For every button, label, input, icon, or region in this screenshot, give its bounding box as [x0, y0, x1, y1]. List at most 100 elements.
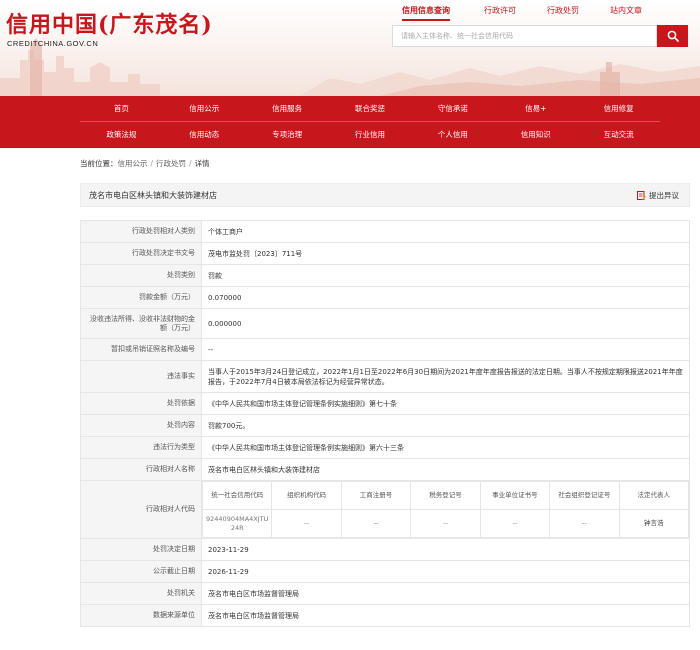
- code-value-cell: --: [410, 509, 481, 538]
- breadcrumb: 当前位置：信用公示 / 行政处罚 / 详情: [80, 158, 210, 169]
- code-header-cell: 组织机构代码: [271, 481, 342, 510]
- table-row: 罚款金额（万元） 0.070000: [80, 286, 690, 309]
- search-button[interactable]: [657, 25, 688, 47]
- nav-item-joint-rewards-penalties[interactable]: 联合奖惩: [329, 96, 412, 121]
- field-label: 罚款金额（万元）: [80, 286, 202, 309]
- nav-item-home[interactable]: 首页: [80, 96, 163, 121]
- table-row: 处罚机关 茂名市电白区市场监督管理局: [80, 582, 690, 605]
- raise-objection-button[interactable]: 提出异议: [637, 190, 679, 201]
- table-row: 行政相对人名称 茂名市电白区林头镇和大装饰建材店: [80, 458, 690, 481]
- search-icon: [667, 30, 679, 42]
- field-value: 罚款700元。: [201, 414, 690, 437]
- field-value: 茂电市监处罚〔2023〕711号: [201, 242, 690, 265]
- code-header-cell: 统一社会信用代码: [201, 481, 273, 510]
- field-value: 《中华人民共和国市场主体登记管理条例实施细则》第七十条: [201, 392, 690, 415]
- search-box: [392, 25, 657, 47]
- table-row: 处罚内容 罚款700元。: [80, 414, 690, 437]
- code-value-cell: 钟言浩: [618, 509, 690, 538]
- top-link-admin-license[interactable]: 行政许可: [484, 5, 516, 16]
- nav-item-credit-news[interactable]: 信用动态: [163, 122, 246, 148]
- table-row: 处罚类别 罚款: [80, 264, 690, 287]
- top-link-admin-penalty[interactable]: 行政处罚: [547, 5, 579, 16]
- field-label: 没收违法所得、没收非法财物的金额（万元）: [80, 308, 202, 339]
- code-value-row: 92440904MA4XJTU24R -- -- -- -- -- 钟言浩: [201, 509, 690, 538]
- field-value: 2026-11-29: [201, 560, 690, 583]
- nav-item-credit-knowledge[interactable]: 信用知识: [494, 122, 577, 148]
- field-label: 处罚机关: [80, 582, 202, 605]
- field-value: 0.070000: [201, 286, 690, 309]
- field-label: 处罚依据: [80, 392, 202, 415]
- site-logo-title: 信用中国(广东茂名): [6, 12, 213, 38]
- field-value: 当事人于2015年3月24日登记成立，2022年1月1日至2022年6月30日期…: [201, 360, 690, 393]
- code-header-cell: 法定代表人: [618, 481, 690, 510]
- site-logo-domain: CREDITCHINA.GOV.CN: [7, 39, 99, 48]
- nav-item-personal-credit[interactable]: 个人信用: [411, 122, 494, 148]
- field-value: 2023-11-29: [201, 538, 690, 561]
- field-value: 罚款: [201, 264, 690, 287]
- nav-item-credit-commitment[interactable]: 守信承诺: [411, 96, 494, 121]
- field-value: 统一社会信用代码 组织机构代码 工商注册号 税务登记号 事业单位证书号 社会组织…: [201, 480, 690, 539]
- field-value: 茂名市电白区市场监督管理局: [201, 582, 690, 605]
- field-value: 茂名市电白区市场监督管理局: [201, 604, 690, 627]
- field-label: 行政处罚决定书文号: [80, 242, 202, 265]
- edit-document-icon: [637, 191, 646, 200]
- field-label: 数据来源单位: [80, 604, 202, 627]
- field-label: 行政处罚相对人类别: [80, 220, 202, 243]
- title-bar: 茂名市电白区林头镇和大装饰建材店 提出异议: [80, 183, 690, 207]
- entity-code-table: 统一社会信用代码 组织机构代码 工商注册号 税务登记号 事业单位证书号 社会组织…: [201, 481, 690, 538]
- code-value-cell: --: [479, 509, 551, 538]
- breadcrumb-current: 详情: [194, 159, 210, 168]
- page-title: 茂名市电白区林头镇和大装饰建材店: [89, 191, 217, 200]
- nav-item-policies[interactable]: 政策法规: [80, 122, 163, 148]
- breadcrumb-credit-disclosure[interactable]: 信用公示: [118, 159, 148, 168]
- site-header: 信用中国(广东茂名) CREDITCHINA.GOV.CN 信用信息查询 行政许…: [0, 0, 700, 96]
- breadcrumb-separator: /: [150, 159, 154, 168]
- table-row: 违法行为类型 《中华人民共和国市场主体登记管理条例实施细则》第六十三条: [80, 436, 690, 459]
- breadcrumb-admin-penalty[interactable]: 行政处罚: [156, 159, 186, 168]
- nav-item-credit-service[interactable]: 信用服务: [246, 96, 329, 121]
- raise-objection-label: 提出异议: [649, 191, 679, 200]
- code-header-cell: 工商注册号: [340, 481, 412, 510]
- code-value-cell: --: [271, 509, 342, 538]
- field-label: 违法行为类型: [80, 436, 202, 459]
- top-link-site-articles[interactable]: 站内文章: [610, 5, 642, 16]
- field-value: 《中华人民共和国市场主体登记管理条例实施细则》第六十三条: [201, 436, 690, 459]
- code-header-row: 统一社会信用代码 组织机构代码 工商注册号 税务登记号 事业单位证书号 社会组织…: [201, 481, 690, 510]
- nav-row-primary: 首页 信用公示 信用服务 联合奖惩 守信承诺 信易+ 信用修复: [80, 96, 660, 122]
- breadcrumb-separator: /: [189, 159, 192, 168]
- top-link-credit-search[interactable]: 信用信息查询: [402, 5, 450, 21]
- field-label: 暂扣或吊销证照名称及编号: [80, 338, 202, 361]
- nav-item-special-governance[interactable]: 专项治理: [246, 122, 329, 148]
- field-value: 茂名市电白区林头镇和大装饰建材店: [201, 458, 690, 481]
- table-row: 公示截止日期 2026-11-29: [80, 560, 690, 583]
- nav-item-interaction[interactable]: 互动交流: [577, 122, 660, 148]
- code-value-cell: 92440904MA4XJTU24R: [201, 509, 273, 538]
- table-row: 没收违法所得、没收非法财物的金额（万元） 0.000000: [80, 308, 690, 339]
- table-row: 处罚依据 《中华人民共和国市场主体登记管理条例实施细则》第七十条: [80, 392, 690, 415]
- field-label: 处罚决定日期: [80, 538, 202, 561]
- table-row: 处罚决定日期 2023-11-29: [80, 538, 690, 561]
- code-header-cell: 税务登记号: [410, 481, 481, 510]
- penalty-detail-table: 行政处罚相对人类别 个体工商户 行政处罚决定书文号 茂电市监处罚〔2023〕71…: [80, 220, 690, 627]
- breadcrumb-prefix: 当前位置：: [80, 159, 118, 168]
- nav-item-industry-credit[interactable]: 行业信用: [329, 122, 412, 148]
- nav-row-secondary: 政策法规 信用动态 专项治理 行业信用 个人信用 信用知识 互动交流: [80, 122, 660, 148]
- table-row: 行政相对人代码 统一社会信用代码 组织机构代码 工商注册号 税务登记号 事业单位…: [80, 480, 690, 539]
- nav-item-credit-repair[interactable]: 信用修复: [577, 96, 660, 121]
- field-label: 违法事实: [80, 360, 202, 393]
- main-nav: 首页 信用公示 信用服务 联合奖惩 守信承诺 信易+ 信用修复 政策法规 信用动…: [0, 96, 700, 148]
- table-row: 违法事实 当事人于2015年3月24日登记成立，2022年1月1日至2022年6…: [80, 360, 690, 393]
- field-value: --: [201, 338, 690, 361]
- code-value-cell: --: [549, 509, 620, 538]
- field-label: 处罚类别: [80, 264, 202, 287]
- field-label: 处罚内容: [80, 414, 202, 437]
- nav-item-credit-plus[interactable]: 信易+: [494, 96, 577, 121]
- field-label: 行政相对人代码: [80, 480, 202, 539]
- table-row: 行政处罚决定书文号 茂电市监处罚〔2023〕711号: [80, 242, 690, 265]
- top-links: 信用信息查询 行政许可 行政处罚 站内文章: [392, 5, 689, 21]
- field-label: 公示截止日期: [80, 560, 202, 583]
- search-input[interactable]: [393, 26, 656, 46]
- nav-item-credit-disclosure[interactable]: 信用公示: [163, 96, 246, 121]
- table-row: 暂扣或吊销证照名称及编号 --: [80, 338, 690, 361]
- code-header-cell: 社会组织登记证号: [549, 481, 620, 510]
